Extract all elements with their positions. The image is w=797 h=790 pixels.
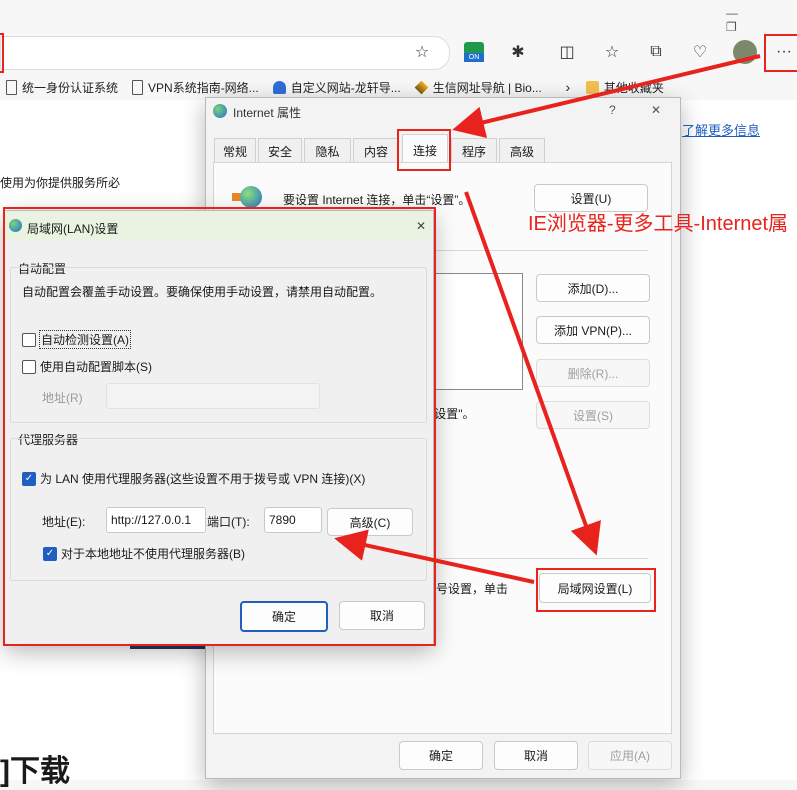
- arrow-menu-to-tab: [452, 54, 761, 138]
- annotation-arrows: [334, 54, 761, 584]
- arrow-lan-to-proxy: [334, 529, 535, 584]
- arrow-tab-to-lan: [464, 191, 601, 556]
